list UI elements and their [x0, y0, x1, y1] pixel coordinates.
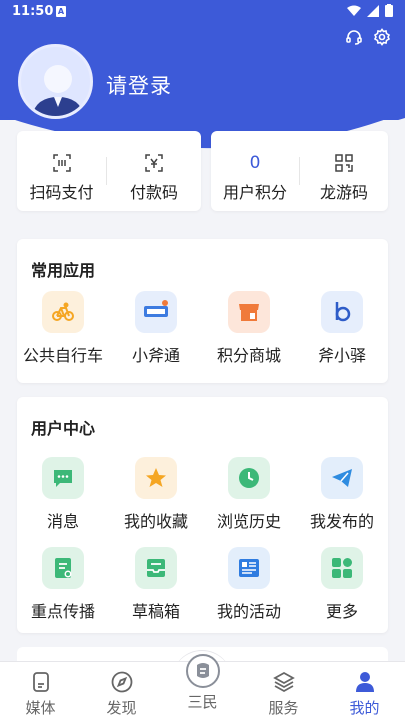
uc-favorites[interactable]: 我的收藏: [110, 457, 202, 532]
wifi-icon: [347, 5, 361, 16]
headset-icon[interactable]: [345, 28, 363, 46]
payment-code-button[interactable]: 付款码: [107, 131, 201, 211]
gear-icon[interactable]: [373, 28, 391, 46]
uc-history[interactable]: 浏览历史: [203, 457, 295, 532]
app-label: 斧小驿: [317, 346, 366, 365]
compass-icon: [110, 670, 134, 694]
status-time: 11:50: [12, 4, 54, 19]
uc-label: 我的活动: [216, 602, 281, 621]
app-label: 积分商城: [216, 346, 281, 365]
app-xiaofutong[interactable]: 小斧通: [110, 291, 202, 366]
bottom-tab-bar: 媒体 发现 三民 服务 我的: [0, 654, 405, 721]
user-points-value: 0: [249, 153, 261, 173]
uc-label: 更多: [325, 602, 358, 621]
scan-pay-button[interactable]: 扫码支付: [17, 131, 106, 211]
tab-services[interactable]: 服务: [243, 662, 324, 721]
uc-label: 浏览历史: [216, 512, 281, 531]
uc-label: 草稿箱: [131, 602, 180, 621]
longyou-code-label: 龙游码: [319, 183, 368, 202]
app-label: 小斧通: [131, 346, 180, 365]
tab-media[interactable]: 媒体: [0, 662, 81, 721]
app-fuxiaoyi[interactable]: 斧小驿: [296, 291, 388, 366]
account-card: 0 用户积分 龙游码: [211, 131, 388, 211]
payment-code-icon: [144, 153, 164, 173]
broadcast-doc-icon: [42, 547, 84, 589]
xiaofutong-logo-icon: [135, 291, 177, 333]
header-actions: [345, 28, 391, 46]
clock-icon: [228, 457, 270, 499]
signal-icon: [367, 4, 379, 17]
tab-discover[interactable]: 发现: [81, 662, 162, 721]
uc-messages[interactable]: 消息: [17, 457, 109, 532]
uc-label: 我的收藏: [123, 512, 188, 531]
qr-code-icon: [334, 153, 354, 173]
payment-code-label: 付款码: [129, 183, 178, 202]
shop-icon: [228, 291, 270, 333]
status-bar: 11:50 A: [0, 0, 405, 24]
tab-label: 发现: [106, 699, 137, 717]
uc-label: 重点传播: [30, 602, 95, 621]
notification-icon: A: [56, 6, 66, 17]
tab-label: 服务: [268, 699, 299, 717]
fuxiaoyi-logo-icon: [321, 291, 363, 333]
drafts-icon: [135, 547, 177, 589]
uc-more[interactable]: 更多: [296, 547, 388, 622]
uc-label: 消息: [46, 512, 79, 531]
quick-pay-card: 扫码支付 付款码: [17, 131, 201, 211]
app-public-bicycle[interactable]: 公共自行车: [17, 291, 109, 366]
scan-pay-label: 扫码支付: [29, 183, 94, 202]
common-apps-card: 常用应用 公共自行车 小斧通 积分商城 斧小驿: [17, 239, 388, 383]
uc-my-activities[interactable]: 我的活动: [203, 547, 295, 622]
tab-label: 我的: [349, 699, 380, 717]
user-points-button[interactable]: 0 用户积分: [211, 131, 299, 211]
login-link[interactable]: 请登录: [106, 70, 172, 100]
sanmin-logo-icon: [185, 654, 220, 688]
section-title: 用户中心: [31, 419, 96, 438]
uc-key-broadcast[interactable]: 重点传播: [17, 547, 109, 622]
avatar[interactable]: [18, 44, 93, 119]
longyou-code-button[interactable]: 龙游码: [300, 131, 388, 211]
uc-drafts[interactable]: 草稿箱: [110, 547, 202, 622]
send-icon: [321, 457, 363, 499]
bicycle-icon: [42, 291, 84, 333]
section-title: 常用应用: [31, 261, 96, 280]
message-icon: [42, 457, 84, 499]
tab-label: 媒体: [25, 699, 56, 717]
user-center-card: 用户中心 消息 我的收藏 浏览历史 我发布的 重点传播 草稿箱 我的活动 更多: [17, 397, 388, 633]
more-grid-icon: [321, 547, 363, 589]
uc-my-posts[interactable]: 我发布的: [296, 457, 388, 532]
person-icon: [353, 670, 377, 694]
star-icon: [135, 457, 177, 499]
battery-icon: [385, 4, 393, 17]
user-points-label: 用户积分: [222, 183, 287, 202]
layers-icon: [272, 670, 296, 694]
activity-icon: [228, 547, 270, 589]
tab-sanmin[interactable]: 三民: [162, 654, 243, 721]
app-label: 公共自行车: [22, 346, 103, 365]
scan-icon: [52, 153, 72, 173]
app-points-mall[interactable]: 积分商城: [203, 291, 295, 366]
uc-label: 我发布的: [309, 512, 374, 531]
tab-label: 三民: [187, 693, 218, 711]
media-icon: [29, 670, 53, 694]
tab-mine[interactable]: 我的: [324, 662, 405, 721]
